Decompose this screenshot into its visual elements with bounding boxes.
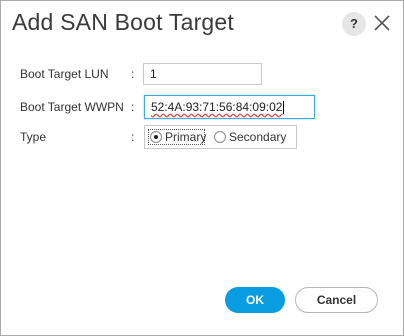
type-radio-group: Primary Secondary (144, 125, 297, 149)
ok-button[interactable]: OK (225, 287, 285, 313)
help-button[interactable]: ? (342, 12, 366, 36)
radio-primary-label[interactable]: Primary (165, 130, 206, 144)
close-icon (374, 15, 390, 31)
boot-target-wwpn-colon: : (131, 100, 135, 114)
radio-primary[interactable] (150, 131, 162, 143)
cancel-button[interactable]: Cancel (295, 287, 378, 313)
radio-secondary[interactable] (214, 131, 226, 143)
boot-target-lun-value: 1 (150, 67, 157, 81)
radio-secondary-label[interactable]: Secondary (229, 130, 286, 144)
boot-target-lun-input[interactable]: 1 (143, 63, 262, 85)
boot-target-lun-colon: : (131, 67, 135, 81)
type-colon: : (131, 130, 135, 144)
add-san-boot-target-dialog: Add SAN Boot Target ? Boot Target LUN : … (0, 0, 404, 336)
boot-target-wwpn-input[interactable]: 52:4A:93:71:56:84:09:02 (144, 95, 315, 119)
text-caret (283, 101, 285, 115)
dialog-title: Add SAN Boot Target (12, 9, 235, 35)
boot-target-wwpn-label: Boot Target WWPN (20, 100, 124, 114)
boot-target-wwpn-value: 52:4A:93:71:56:84:09:02 (151, 100, 283, 114)
type-label: Type (20, 130, 47, 144)
boot-target-lun-label: Boot Target LUN (20, 67, 109, 81)
close-button[interactable] (373, 14, 391, 32)
